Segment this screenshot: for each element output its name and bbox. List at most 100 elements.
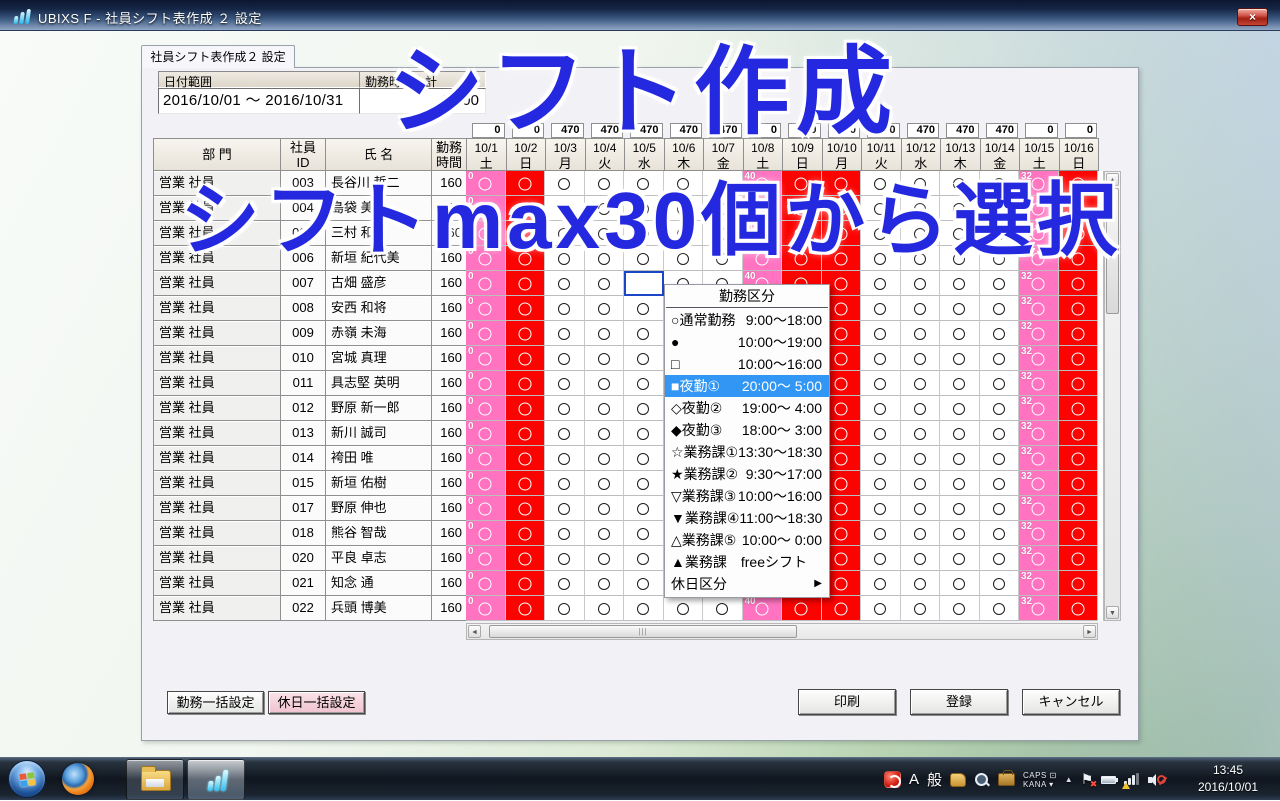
shift-cell[interactable] [1059, 271, 1099, 296]
shift-cell[interactable] [1059, 471, 1099, 496]
shift-cell[interactable] [1059, 546, 1099, 571]
ime-conversion-mode[interactable]: 般 [927, 769, 942, 790]
battery-icon[interactable] [1101, 776, 1116, 784]
volume-muted-icon[interactable] [1148, 773, 1166, 787]
shift-cell[interactable] [861, 396, 901, 421]
shift-cell[interactable] [940, 571, 980, 596]
shift-cell[interactable]: 32 [1019, 521, 1059, 546]
shift-cell[interactable]: 32 [1019, 371, 1059, 396]
shift-cell[interactable] [664, 221, 704, 246]
shift-cell[interactable] [545, 396, 585, 421]
shift-cell[interactable] [545, 371, 585, 396]
shift-cell[interactable] [940, 296, 980, 321]
shift-cell[interactable] [940, 446, 980, 471]
shift-cell[interactable]: 0 [466, 321, 506, 346]
shift-cell[interactable] [545, 446, 585, 471]
shift-cell[interactable] [1059, 371, 1099, 396]
action-center-icon[interactable]: ⚑✖ [1081, 771, 1094, 788]
shift-cell[interactable]: 32 [1019, 396, 1059, 421]
shift-cell[interactable] [901, 446, 941, 471]
shift-cell[interactable] [624, 396, 664, 421]
shift-cell[interactable]: 32 [1019, 271, 1059, 296]
shift-cell[interactable] [940, 321, 980, 346]
shift-cell[interactable]: 0 [466, 546, 506, 571]
shift-cell[interactable] [901, 496, 941, 521]
shift-cell[interactable]: 0 [466, 496, 506, 521]
shift-cell[interactable] [980, 346, 1020, 371]
close-button[interactable]: × [1237, 8, 1268, 26]
shift-cell[interactable] [545, 546, 585, 571]
scroll-down-button[interactable]: ▼ [1106, 606, 1119, 619]
shift-cell[interactable] [980, 471, 1020, 496]
shift-cell[interactable] [624, 346, 664, 371]
show-hidden-icons-button[interactable]: ▲ [1065, 775, 1073, 784]
shift-cell[interactable]: 0 [466, 271, 506, 296]
shift-cell[interactable] [545, 296, 585, 321]
shift-cell[interactable] [980, 496, 1020, 521]
shift-cell[interactable] [585, 471, 625, 496]
shift-cell[interactable] [585, 171, 625, 196]
shift-cell[interactable] [506, 321, 546, 346]
shift-cell[interactable]: 32 [1019, 596, 1059, 621]
tab-shift-settings[interactable]: 社員シフト表作成２ 設定 [141, 45, 295, 68]
shift-cell[interactable] [940, 521, 980, 546]
shift-cell[interactable] [861, 546, 901, 571]
shift-cell[interactable] [980, 521, 1020, 546]
shift-cell[interactable] [940, 421, 980, 446]
shift-cell[interactable] [545, 571, 585, 596]
shift-cell[interactable] [1059, 596, 1099, 621]
shift-cell[interactable] [980, 171, 1020, 196]
shift-cell[interactable]: 40 [743, 596, 783, 621]
shift-cell[interactable]: 32 [1019, 221, 1059, 246]
shift-cell[interactable] [1059, 171, 1099, 196]
menu-item[interactable]: ◆夜勤③18:00～ 3:00 [665, 419, 829, 441]
shift-cell[interactable] [545, 246, 585, 271]
shift-cell[interactable]: 32 [1019, 546, 1059, 571]
shift-cell[interactable] [940, 471, 980, 496]
shift-cell[interactable] [506, 221, 546, 246]
shift-cell[interactable] [624, 196, 664, 221]
shift-cell[interactable] [703, 596, 743, 621]
shift-cell[interactable]: 0 [466, 196, 506, 221]
shift-cell[interactable] [545, 221, 585, 246]
shift-cell[interactable] [901, 246, 941, 271]
shift-cell[interactable] [1059, 321, 1099, 346]
shift-cell[interactable] [506, 521, 546, 546]
vertical-scrollbar[interactable]: ▲ ▼ [1104, 171, 1121, 621]
shift-cell[interactable] [782, 171, 822, 196]
menu-item[interactable]: 休日区分▶ [665, 573, 829, 595]
browser-icon[interactable] [62, 763, 94, 795]
shift-cell[interactable] [980, 246, 1020, 271]
shift-cell[interactable] [506, 396, 546, 421]
shift-cell[interactable] [822, 221, 862, 246]
shift-cell[interactable] [980, 371, 1020, 396]
taskbar-explorer-button[interactable] [126, 759, 184, 800]
shift-cell[interactable] [585, 496, 625, 521]
date-range-field[interactable]: 2016/10/01 ～ 2016/10/31 [158, 88, 360, 114]
shift-cell[interactable] [940, 596, 980, 621]
shift-cell[interactable] [782, 246, 822, 271]
shift-cell[interactable] [585, 421, 625, 446]
security-shield-icon[interactable] [884, 771, 901, 788]
shift-cell[interactable] [506, 271, 546, 296]
shift-cell[interactable] [980, 596, 1020, 621]
shift-cell[interactable] [585, 296, 625, 321]
shift-cell[interactable] [545, 421, 585, 446]
network-icon[interactable] [1124, 773, 1140, 787]
shift-cell[interactable] [1059, 571, 1099, 596]
cancel-button[interactable]: キャンセル [1022, 689, 1120, 715]
shift-cell[interactable]: 32 [1019, 246, 1059, 271]
shift-cell[interactable]: 32 [1019, 196, 1059, 221]
shift-cell[interactable] [624, 521, 664, 546]
shift-cell[interactable]: 0 [466, 371, 506, 396]
shift-cell[interactable] [506, 471, 546, 496]
shift-cell[interactable]: 0 [466, 596, 506, 621]
shift-cell[interactable] [901, 421, 941, 446]
shift-cell[interactable] [545, 171, 585, 196]
shift-cell[interactable]: 0 [466, 296, 506, 321]
shift-cell[interactable] [980, 396, 1020, 421]
shift-cell[interactable] [545, 471, 585, 496]
shift-cell[interactable] [940, 546, 980, 571]
shift-cell[interactable] [585, 596, 625, 621]
shift-cell[interactable] [545, 196, 585, 221]
